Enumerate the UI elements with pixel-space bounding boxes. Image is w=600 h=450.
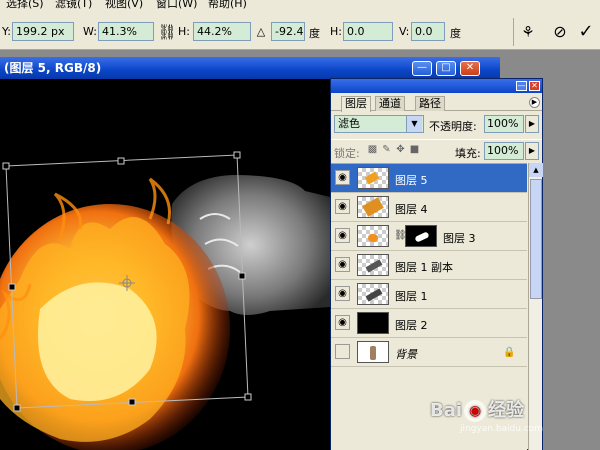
opacity-label: 不透明度:: [429, 120, 477, 133]
horizontal-skew-field[interactable]: 0.0: [343, 22, 393, 41]
visibility-eye-icon[interactable]: ◉: [335, 228, 350, 243]
lock-row: 锁定: ▩ ✎ ✥ ■ 填充: 100% ▶: [331, 139, 542, 161]
width-label: W:: [83, 25, 97, 38]
layer-name: 图层 1 副本: [395, 261, 453, 274]
opacity-arrow-icon[interactable]: ▶: [525, 115, 539, 133]
options-separator: [513, 18, 514, 46]
angle-field[interactable]: -92.4: [271, 22, 305, 41]
width-field[interactable]: 41.3%: [98, 22, 154, 41]
menu-bar: 选择(S) 滤镜(T) 视图(V) 窗口(W) 帮助(H): [0, 0, 600, 14]
minimize-button[interactable]: —: [412, 61, 432, 76]
panel-title-bar[interactable]: [331, 79, 542, 93]
lock-transparency-icon[interactable]: ▩: [367, 144, 378, 155]
layer-name: 图层 3: [443, 232, 476, 245]
lock-label: 锁定:: [334, 147, 360, 160]
visibility-eye-icon[interactable]: ◉: [335, 286, 350, 301]
layer-name: 图层 5: [395, 174, 428, 187]
layer-name: 背景: [395, 348, 417, 361]
panel-close-button[interactable]: ✕: [529, 81, 540, 91]
scroll-thumb[interactable]: [530, 179, 542, 299]
layer-row[interactable]: ◉ 图层 2: [331, 309, 527, 338]
layer-thumbnail: [357, 254, 389, 276]
visibility-eye-icon[interactable]: ◉: [335, 257, 350, 272]
layer-row[interactable]: ◉ 图层 1: [331, 280, 527, 309]
panel-menu-icon[interactable]: ▶: [529, 97, 540, 108]
fill-arrow-icon[interactable]: ▶: [525, 142, 539, 160]
chevron-down-icon[interactable]: ▼: [406, 116, 422, 132]
angle-icon: △: [256, 25, 266, 38]
panel-minimize-button[interactable]: —: [516, 81, 527, 91]
menu-window[interactable]: 窗口(W): [156, 0, 197, 11]
skew-unit: 度: [450, 27, 461, 40]
close-button[interactable]: ✕: [460, 61, 480, 76]
opacity-field[interactable]: 100%: [484, 115, 524, 133]
watermark-text-right: 经验: [488, 400, 525, 421]
layer-row[interactable]: 背景 🔒: [331, 338, 527, 367]
vskew-label: V:: [399, 25, 410, 38]
layer-row[interactable]: ◉ 图层 4: [331, 193, 527, 222]
visibility-toggle-empty[interactable]: [335, 344, 350, 359]
watermark-text-left: Bai: [430, 400, 463, 421]
link-icon[interactable]: ⛓: [157, 22, 177, 42]
fill-label: 填充:: [455, 147, 481, 160]
layer-thumbnail: [357, 341, 389, 363]
angle-unit: 度: [309, 27, 320, 40]
menu-select[interactable]: 选择(S): [6, 0, 44, 11]
layer-name: 图层 4: [395, 203, 428, 216]
lock-all-icon[interactable]: ■: [409, 144, 420, 155]
lock-move-icon[interactable]: ✥: [395, 144, 406, 155]
height-field[interactable]: 44.2%: [193, 22, 251, 41]
panel-tabs: 图层 通道 路径 ▶: [331, 94, 542, 112]
layer-name: 图层 2: [395, 319, 428, 332]
cancel-icon[interactable]: ⊘: [550, 22, 570, 42]
menu-help[interactable]: 帮助(H): [208, 0, 247, 11]
layer-thumbnail: [357, 283, 389, 305]
layer-thumbnail: [357, 196, 389, 218]
watermark-logo: Bai ◉ 经验: [430, 396, 600, 426]
visibility-eye-icon[interactable]: ◉: [335, 315, 350, 330]
warp-icon[interactable]: ⚘: [518, 22, 538, 42]
visibility-eye-icon[interactable]: ◉: [335, 170, 350, 185]
tab-layers[interactable]: 图层: [341, 96, 371, 112]
maximize-button[interactable]: □: [436, 61, 456, 76]
layer-name: 图层 1: [395, 290, 428, 303]
height-label: H:: [178, 25, 190, 38]
commit-icon[interactable]: ✓: [576, 22, 596, 42]
layer-thumbnail: [357, 167, 389, 189]
layer-row[interactable]: ◉ ⛓ 图层 3: [331, 222, 527, 251]
layer-row[interactable]: ◉ 图层 1 副本: [331, 251, 527, 280]
layer-mask-thumbnail[interactable]: [405, 225, 437, 247]
layer-thumbnail: [357, 225, 389, 247]
fill-field[interactable]: 100%: [484, 142, 524, 160]
visibility-eye-icon[interactable]: ◉: [335, 199, 350, 214]
vertical-skew-field[interactable]: 0.0: [411, 22, 445, 41]
hskew-label: H:: [330, 25, 342, 38]
menu-view[interactable]: 视图(V): [105, 0, 143, 11]
y-position-field[interactable]: 199.2 px: [12, 22, 74, 41]
tab-channels[interactable]: 通道: [375, 96, 405, 111]
watermark-url: jingyan.baidu.com: [460, 424, 544, 434]
layer-thumbnail: [357, 312, 389, 334]
layer-row[interactable]: ◉ 图层 5: [331, 164, 527, 193]
tab-paths[interactable]: 路径: [415, 96, 445, 111]
layers-panel: — ✕ 图层 通道 路径 ▶ 滤色 ▼ 不透明度: 100% ▶ 锁定: ▩ ✎…: [330, 78, 543, 450]
y-label: Y:: [2, 25, 11, 38]
options-bar: Y: 199.2 px W: 41.3% ⛓ H: 44.2% △ -92.4 …: [0, 14, 600, 50]
document-title: (图层 5, RGB/8): [4, 61, 102, 75]
scroll-up-icon[interactable]: ▲: [529, 163, 543, 177]
lock-icon: 🔒: [503, 347, 516, 358]
paw-icon: ◉: [464, 400, 487, 422]
menu-filter[interactable]: 滤镜(T): [55, 0, 92, 11]
lock-brush-icon[interactable]: ✎: [381, 144, 392, 155]
